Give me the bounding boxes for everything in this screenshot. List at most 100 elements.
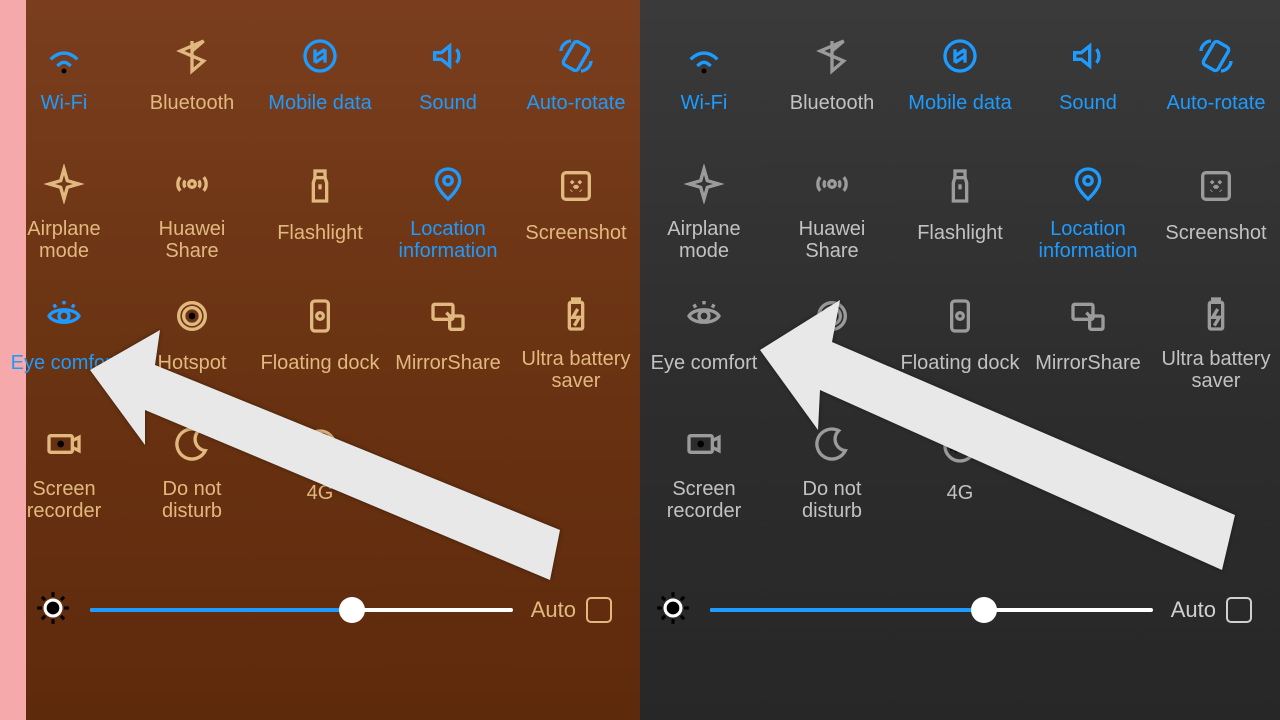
do-not-disturb-icon (170, 424, 214, 464)
toggle-location[interactable]: Location information (1024, 130, 1152, 260)
toggle-mirrorshare[interactable]: MirrorShare (1024, 260, 1152, 390)
toggle-label: Hotspot (158, 352, 227, 374)
toggle-label: Screen recorder (642, 478, 766, 522)
toggle-mirrorshare[interactable]: MirrorShare (384, 260, 512, 390)
brightness-bar: Auto (640, 580, 1280, 640)
toggle-flashlight[interactable]: Flashlight (896, 130, 1024, 260)
hotspot-icon (810, 294, 854, 338)
toggle-label: Flashlight (917, 222, 1003, 244)
screenshot-icon (554, 164, 598, 208)
mirror-share-icon (426, 294, 470, 338)
brightness-icon (654, 589, 692, 632)
toggle-label: Hotspot (798, 352, 867, 374)
toggle-label: MirrorShare (1035, 352, 1141, 374)
toggle-screenrec[interactable]: Screen recorder (640, 390, 768, 520)
sound-icon (426, 34, 470, 78)
toggle-label: Bluetooth (150, 92, 235, 114)
toggle-flashlight[interactable]: Flashlight (256, 130, 384, 260)
floating-dock-icon (938, 294, 982, 338)
toggle-eyecomfort[interactable]: Eye comfort (0, 260, 128, 390)
do-not-disturb-icon (810, 424, 854, 464)
auto-brightness-checkbox[interactable] (586, 597, 612, 623)
toggle-huaweishare[interactable]: Huawei Share (768, 130, 896, 260)
toggle-hotspot[interactable]: Hotspot (768, 260, 896, 390)
toggle-label: Sound (419, 92, 477, 114)
toggle-label: Screenshot (525, 222, 626, 244)
toggle-location[interactable]: Location information (384, 130, 512, 260)
toggle-label: Floating dock (261, 352, 380, 374)
toggle-label: Do not disturb (770, 478, 894, 522)
toggle-airplane[interactable]: Airplane mode (0, 130, 128, 260)
brightness-slider[interactable] (90, 608, 513, 612)
auto-brightness-label: Auto (531, 597, 576, 623)
location-icon (1066, 164, 1110, 204)
toggle-label: Bluetooth (790, 92, 875, 114)
toggle-label: Flashlight (277, 222, 363, 244)
mobile-data-icon (938, 34, 982, 78)
toggle-label: Ultra battery saver (1154, 348, 1278, 392)
toggle-label: Huawei Share (770, 218, 894, 262)
toggle-label: Screenshot (1165, 222, 1266, 244)
mobile-data-icon (298, 34, 342, 78)
toggle-floatdock[interactable]: Floating dock (256, 260, 384, 390)
auto-brightness-label: Auto (1171, 597, 1216, 623)
toggle-label: Screen recorder (2, 478, 126, 522)
flashlight-icon (938, 164, 982, 208)
quick-settings-panel-dark: Wi-Fi Bluetooth Mobile data Sound Auto-rotat… (640, 0, 1280, 720)
toggle-ultrabattery[interactable]: Ultra battery saver (512, 260, 640, 390)
toggle-eyecomfort[interactable]: Eye comfort (640, 260, 768, 390)
quick-settings-panel-warm: Wi-Fi Bluetooth Mobile data Sound Auto-rotat… (0, 0, 640, 720)
brightness-slider[interactable] (710, 608, 1153, 612)
toggle-4g[interactable]: 4G (896, 390, 1024, 520)
toggle-label: Eye comfort (11, 352, 118, 374)
toggle-autorotate[interactable]: Auto-rotate (1152, 0, 1280, 130)
brightness-icon (34, 589, 72, 632)
toggle-label: Floating dock (901, 352, 1020, 374)
wifi-icon (42, 34, 86, 78)
flashlight-icon (298, 164, 342, 208)
toggle-4g[interactable]: 4G (256, 390, 384, 520)
toggle-label: Ultra battery saver (514, 348, 638, 392)
toggle-bluetooth[interactable]: Bluetooth (768, 0, 896, 130)
airplane-icon (682, 164, 726, 204)
wifi-icon (682, 34, 726, 78)
toggle-floatdock[interactable]: Floating dock (896, 260, 1024, 390)
toggle-sound[interactable]: Sound (384, 0, 512, 130)
eye-comfort-icon (42, 294, 86, 338)
toggle-sound[interactable]: Sound (1024, 0, 1152, 130)
toggle-label: Wi-Fi (681, 92, 728, 114)
auto-rotate-icon (1194, 34, 1238, 78)
toggle-screenshot[interactable]: Screenshot (1152, 130, 1280, 260)
toggle-dnd[interactable]: Do not disturb (768, 390, 896, 520)
toggle-airplane[interactable]: Airplane mode (640, 130, 768, 260)
toggle-label: Eye comfort (651, 352, 758, 374)
toggle-mobiledata[interactable]: Mobile data (896, 0, 1024, 130)
toggle-huaweishare[interactable]: Huawei Share (128, 130, 256, 260)
toggle-hotspot[interactable]: Hotspot (128, 260, 256, 390)
toggle-mobiledata[interactable]: Mobile data (256, 0, 384, 130)
screen-recorder-icon (42, 424, 86, 464)
four-g-icon (298, 424, 342, 468)
toggle-dnd[interactable]: Do not disturb (128, 390, 256, 520)
toggle-label: Location information (1026, 218, 1150, 262)
toggle-screenshot[interactable]: Screenshot (512, 130, 640, 260)
battery-saver-icon (1194, 294, 1238, 334)
toggle-label: Airplane mode (2, 218, 126, 262)
toggle-label: Location information (386, 218, 510, 262)
toggle-ultrabattery[interactable]: Ultra battery saver (1152, 260, 1280, 390)
toggle-label: Mobile data (268, 92, 371, 114)
bluetooth-icon (170, 34, 214, 78)
toggle-wifi[interactable]: Wi-Fi (0, 0, 128, 130)
toggle-label: Mobile data (908, 92, 1011, 114)
screenshot-icon (1194, 164, 1238, 208)
toggle-label: Huawei Share (130, 218, 254, 262)
battery-saver-icon (554, 294, 598, 334)
auto-brightness-checkbox[interactable] (1226, 597, 1252, 623)
toggle-label: 4G (307, 482, 334, 504)
auto-rotate-icon (554, 34, 598, 78)
toggle-autorotate[interactable]: Auto-rotate (512, 0, 640, 130)
toggle-bluetooth[interactable]: Bluetooth (128, 0, 256, 130)
toggle-wifi[interactable]: Wi-Fi (640, 0, 768, 130)
toggle-screenrec[interactable]: Screen recorder (0, 390, 128, 520)
toggle-label: Sound (1059, 92, 1117, 114)
